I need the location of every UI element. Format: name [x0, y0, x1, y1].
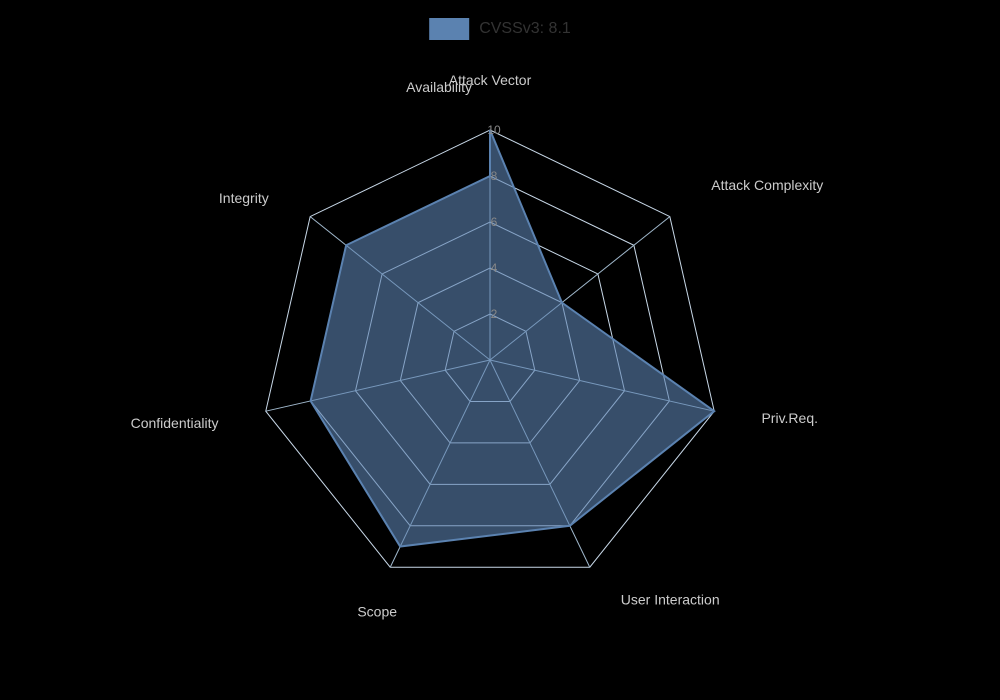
- radar-chart: 246810Attack VectorAttack ComplexityPriv…: [0, 0, 1000, 700]
- svg-text:Integrity: Integrity: [219, 190, 269, 206]
- svg-text:Attack Complexity: Attack Complexity: [711, 177, 823, 193]
- svg-text:4: 4: [491, 261, 498, 275]
- svg-text:Confidentiality: Confidentiality: [131, 415, 219, 431]
- svg-text:Availability: Availability: [406, 79, 472, 95]
- svg-text:Priv.Req.: Priv.Req.: [761, 410, 818, 426]
- chart-container: CVSSv3: 8.1 246810Attack VectorAttack Co…: [0, 0, 1000, 700]
- svg-text:6: 6: [491, 215, 498, 229]
- svg-text:8: 8: [491, 169, 498, 183]
- svg-text:2: 2: [491, 307, 498, 321]
- svg-text:10: 10: [487, 123, 501, 137]
- svg-text:Scope: Scope: [357, 603, 397, 619]
- svg-text:User Interaction: User Interaction: [621, 591, 720, 607]
